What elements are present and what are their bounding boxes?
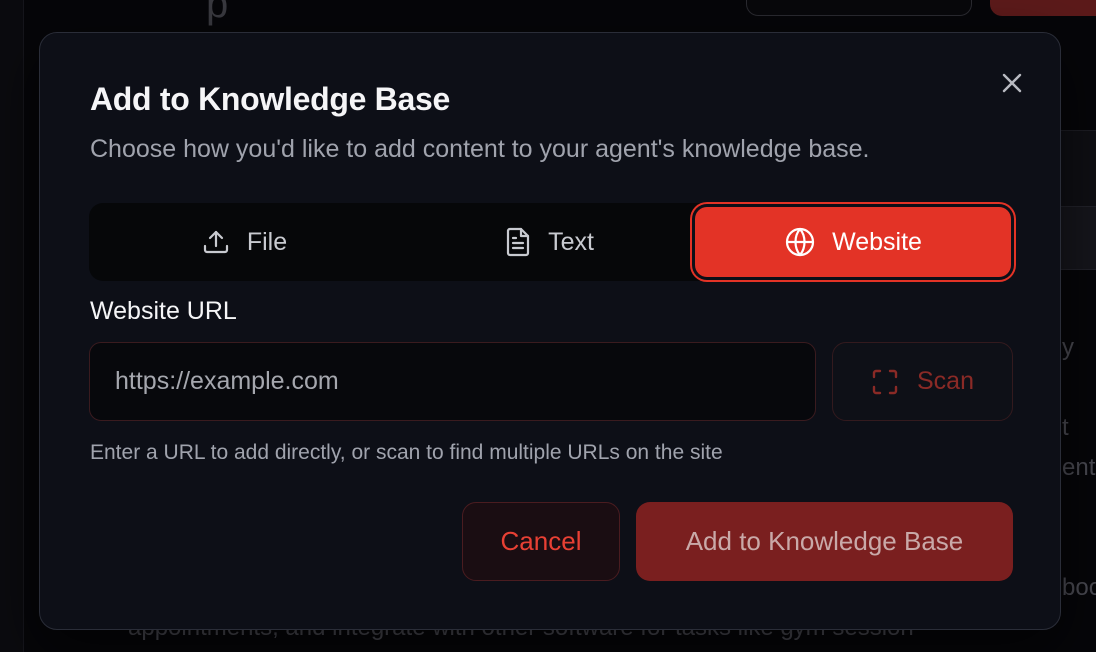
cancel-button[interactable]: Cancel xyxy=(462,502,620,581)
tab-file[interactable]: File xyxy=(89,203,399,281)
background-text-fragment: t xyxy=(1062,414,1069,441)
website-url-input[interactable] xyxy=(89,342,816,421)
dialog-description: Choose how you'd like to add content to … xyxy=(90,135,870,163)
website-url-label: Website URL xyxy=(90,297,237,325)
add-to-knowledge-base-button[interactable]: Add to Knowledge Base xyxy=(636,502,1013,581)
background-primary-button xyxy=(990,0,1096,16)
close-button[interactable] xyxy=(990,63,1034,103)
scan-button-label: Scan xyxy=(917,367,974,395)
document-icon xyxy=(506,227,530,257)
background-text-fragment: boo xyxy=(1062,574,1096,601)
scan-button[interactable]: Scan xyxy=(832,342,1013,421)
tab-label: File xyxy=(246,227,288,256)
tab-label: Text xyxy=(548,227,594,256)
dialog-title: Add to Knowledge Base xyxy=(90,81,450,117)
tab-label: Website xyxy=(832,227,922,256)
upload-icon xyxy=(203,230,228,254)
globe-icon xyxy=(785,227,815,257)
background-title-fragment: p xyxy=(206,0,229,26)
tab-website[interactable]: Website xyxy=(695,207,1011,277)
knowledge-base-dialog: Add to Knowledge Base Choose how you'd l… xyxy=(39,32,1061,630)
close-icon xyxy=(1002,73,1022,93)
url-helper-text: Enter a URL to add directly, or scan to … xyxy=(90,441,723,464)
source-type-tabs: File Text Website xyxy=(89,203,1015,281)
background-sidebar xyxy=(0,0,24,652)
tab-text[interactable]: Text xyxy=(399,203,699,281)
scan-frame-icon xyxy=(872,369,898,394)
background-outline-button xyxy=(746,0,972,16)
background-text-fragment: y xyxy=(1062,334,1074,361)
background-text-fragment: ent xyxy=(1062,454,1096,481)
